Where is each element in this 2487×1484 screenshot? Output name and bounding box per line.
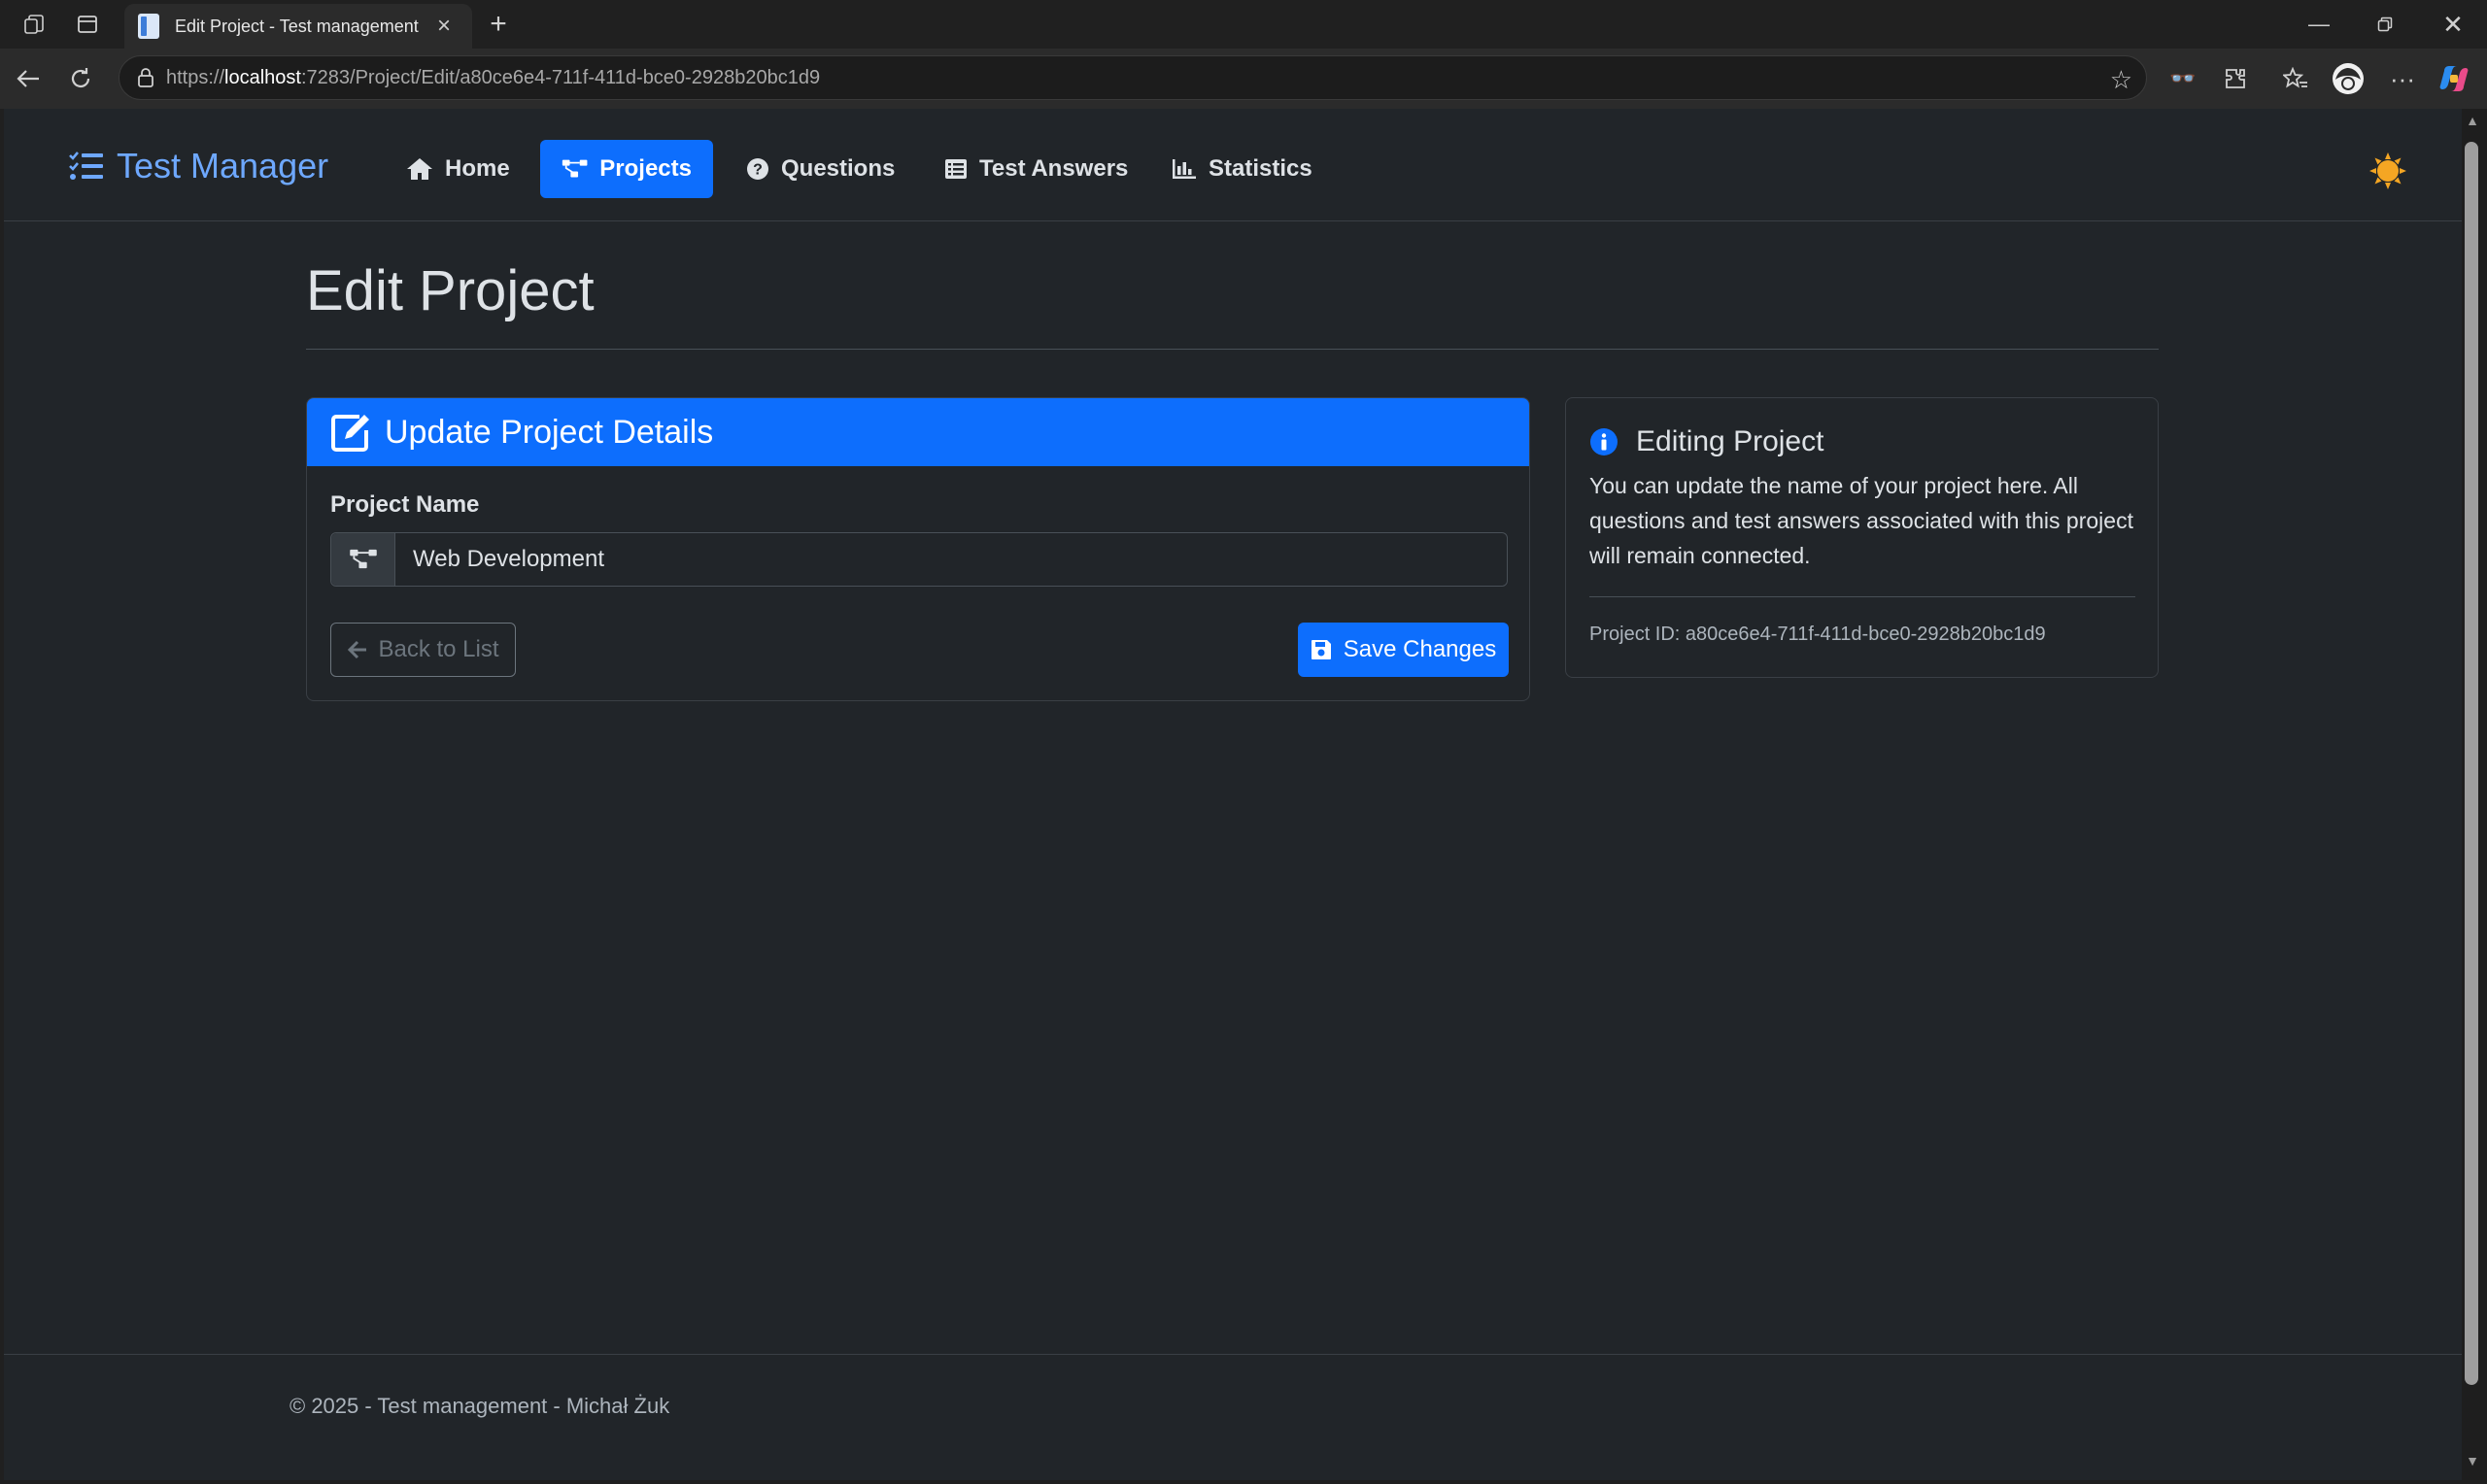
- nav-questions[interactable]: ? Questions: [725, 140, 916, 198]
- card-header-title: Update Project Details: [385, 413, 714, 451]
- project-diagram-icon: [562, 159, 588, 178]
- footer-copyright: © 2025 - Test management - Michał Żuk: [290, 1394, 670, 1418]
- more-options-icon[interactable]: ···: [2386, 49, 2419, 109]
- url-path: :7283/Project/Edit/a80ce6e4-711f-411d-bc…: [300, 66, 821, 88]
- profile-avatar[interactable]: [2330, 49, 2367, 109]
- refresh-icon[interactable]: [64, 49, 97, 109]
- page-title: Edit Project: [306, 259, 595, 322]
- nav-questions-label: Questions: [781, 155, 896, 182]
- web-page: Test Manager Home Projects ? Questions T…: [4, 109, 2462, 1480]
- save-changes-button[interactable]: Save Changes: [1298, 623, 1509, 677]
- browser-tab-strip: Edit Project - Test management × + — ✕: [0, 0, 2487, 49]
- footer-divider: [4, 1354, 2462, 1355]
- nav-projects[interactable]: Projects: [540, 140, 713, 198]
- chart-bar-icon: [1173, 159, 1196, 179]
- tab-actions-icon[interactable]: [73, 0, 102, 49]
- close-window-icon[interactable]: ✕: [2438, 0, 2468, 49]
- edit-icon: [331, 415, 369, 452]
- input-addon: [331, 533, 395, 586]
- nav-home[interactable]: Home: [385, 140, 531, 198]
- back-arrow-icon[interactable]: [12, 49, 45, 109]
- scrollbar-thumb[interactable]: [2465, 142, 2478, 1385]
- info-circle-icon: [1590, 428, 1618, 455]
- copilot-icon[interactable]: [2436, 49, 2471, 109]
- brand-link[interactable]: Test Manager: [68, 146, 328, 186]
- home-icon: [407, 158, 432, 180]
- back-to-list-button[interactable]: Back to List: [330, 623, 516, 677]
- url-host: localhost: [224, 66, 301, 88]
- info-description: You can update the name of your project …: [1589, 473, 2133, 568]
- site-navbar: Test Manager Home Projects ? Questions T…: [4, 109, 2462, 221]
- list-alt-icon: [945, 159, 967, 179]
- scroll-up-arrow-icon[interactable]: ▲: [2464, 113, 2481, 128]
- nav-home-label: Home: [445, 155, 510, 182]
- page-favicon-icon: [138, 14, 159, 39]
- save-changes-label: Save Changes: [1343, 636, 1497, 662]
- workspaces-icon[interactable]: [19, 0, 49, 49]
- extensions-icon[interactable]: [2219, 49, 2252, 109]
- back-to-list-label: Back to List: [378, 636, 499, 662]
- info-heading: Editing Project: [1589, 425, 1823, 458]
- scroll-down-arrow-icon[interactable]: ▼: [2464, 1453, 2481, 1468]
- browser-tab-title: Edit Project - Test management: [175, 16, 419, 36]
- svg-text:?: ?: [753, 162, 763, 179]
- question-circle-icon: ?: [747, 158, 768, 180]
- editing-info-card: Editing Project You can update the name …: [1565, 397, 2159, 678]
- project-id-text: Project ID: a80ce6e4-711f-411d-bce0-2928…: [1589, 624, 2046, 645]
- save-icon: [1311, 640, 1331, 659]
- arrow-left-icon: [348, 640, 367, 659]
- info-divider: [1589, 596, 2135, 597]
- edit-project-card: Update Project Details Project Name Back…: [306, 397, 1530, 701]
- info-heading-text: Editing Project: [1636, 425, 1824, 457]
- new-tab-icon[interactable]: +: [484, 0, 513, 49]
- nav-test-answers-label: Test Answers: [979, 155, 1129, 182]
- address-bar[interactable]: https://localhost:7283/Project/Edit/a80c…: [119, 55, 2147, 100]
- url-prefix: https://: [166, 66, 225, 88]
- project-name-label: Project Name: [330, 491, 480, 518]
- nav-test-answers[interactable]: Test Answers: [923, 140, 1149, 198]
- title-divider: [306, 349, 2159, 350]
- nav-projects-label: Projects: [599, 155, 692, 182]
- card-header: Update Project Details: [307, 398, 1529, 466]
- tasks-list-icon: [69, 152, 103, 180]
- browser-tab-active[interactable]: Edit Project - Test management ×: [124, 4, 472, 49]
- brand-name: Test Manager: [117, 146, 329, 186]
- nav-statistics[interactable]: Statistics: [1150, 140, 1334, 198]
- favorite-star-icon[interactable]: ☆: [2110, 65, 2132, 95]
- favorites-icon[interactable]: [2279, 49, 2312, 109]
- project-name-input-group: [330, 532, 1508, 587]
- minimize-icon[interactable]: —: [2304, 0, 2334, 49]
- reading-glasses-icon[interactable]: 👓: [2166, 49, 2199, 109]
- lock-icon[interactable]: [137, 68, 154, 87]
- close-tab-icon[interactable]: ×: [429, 13, 459, 40]
- browser-toolbar: https://localhost:7283/Project/Edit/a80c…: [0, 49, 2487, 109]
- restore-icon[interactable]: [2370, 0, 2400, 49]
- project-diagram-icon: [349, 549, 377, 569]
- nav-statistics-label: Statistics: [1209, 155, 1312, 182]
- project-name-input[interactable]: [395, 533, 1507, 586]
- theme-toggle-sun-icon[interactable]: [2368, 152, 2407, 190]
